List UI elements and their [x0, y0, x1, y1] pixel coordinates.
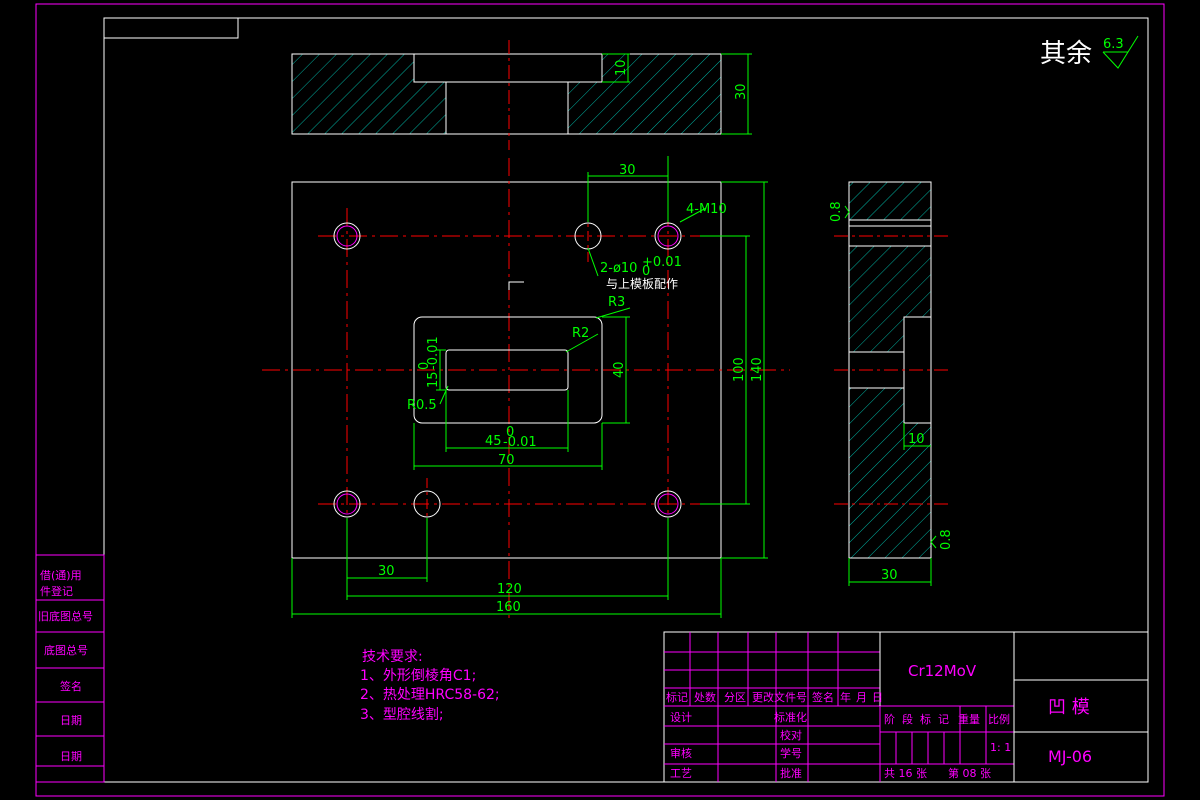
role-design: 设计	[670, 711, 692, 724]
scale-value: 1: 1	[990, 741, 1011, 754]
sheet-number: 第 08 张	[948, 766, 991, 780]
side-roughness-top: 0.8	[829, 201, 844, 222]
dim-hole-h-offset: 30	[378, 564, 395, 579]
rev-header-0: 标记	[666, 690, 688, 704]
sheet-total: 共 16 张	[884, 767, 927, 780]
stage-header-scale: 比例	[988, 712, 1010, 726]
dim-pocket-width: 70	[498, 453, 515, 468]
label-dowel-note: 与上模板配作	[606, 277, 678, 291]
tech-item-3: 3、型腔线割;	[360, 706, 444, 723]
stage-header-3: 记	[938, 713, 949, 726]
rev-header-4: 签名	[812, 690, 834, 704]
rev-header-5: 年	[840, 690, 851, 704]
tech-item-2: 2、热处理HRC58-62;	[360, 687, 500, 703]
dim-hole-v-spacing: 100	[732, 357, 747, 382]
left-label-1: 件登记	[40, 584, 73, 598]
side-view: 0.8 0.8 10 30	[829, 181, 954, 586]
label-r05: R0.5	[407, 398, 437, 413]
label-tapped-holes: 4-M10	[686, 202, 727, 217]
rev-header-6: 月	[856, 691, 867, 704]
left-label-3: 底图总号	[44, 643, 88, 657]
role-review: 审核	[670, 746, 692, 760]
dim-top-height: 30	[734, 83, 749, 100]
dim-slot-width-tol-up: 0	[506, 425, 514, 440]
role-process: 工艺	[670, 767, 692, 780]
dim-slot-height-tol-up: 0	[417, 362, 432, 370]
stage-header-weight: 重量	[958, 712, 980, 726]
dim-top-depth: 10	[614, 59, 629, 76]
stage-header-0: 阶	[884, 712, 895, 726]
dim-hole-spacing-top: 30	[619, 163, 636, 178]
rev-header-3: 更改文件号	[752, 690, 807, 704]
dim-pocket-height: 40	[612, 361, 627, 378]
tech-title: 技术要求:	[362, 649, 423, 665]
side-roughness-bottom: 0.8	[939, 529, 954, 550]
left-label-5: 日期	[60, 714, 82, 727]
front-view: 30 4-M10 2-ø10 +0.01 0 与上模板配作 R3 R2 R0.5…	[262, 156, 790, 620]
role-standard: 标准化	[774, 710, 807, 724]
role-proofread: 校对	[780, 728, 802, 742]
left-label-6: 日期	[60, 750, 82, 763]
rev-header-1: 处数	[694, 691, 716, 704]
role-approve: 批准	[780, 766, 802, 780]
corner-tag-box	[103, 17, 239, 39]
cad-drawing-sheet: 其余 6.3 30 10 30 4-M10 2-ø10 +0.01 0 与上模板…	[35, 3, 1165, 797]
dim-plate-width: 160	[496, 600, 521, 615]
part-name: 凹 模	[1048, 697, 1090, 718]
surface-finish-prefix: 其余	[1040, 39, 1092, 69]
surface-finish-value: 6.3	[1103, 37, 1124, 52]
title-block: Cr12MoV 凹 模 MJ-06 标记 处数 分区 更改文件号 签名 年 月 …	[663, 631, 1149, 783]
dim-slot-height: 15	[426, 371, 441, 388]
dim-side-depth: 10	[908, 432, 925, 447]
label-r2: R2	[572, 326, 589, 341]
dim-hole-h-spacing: 120	[497, 582, 522, 597]
dim-slot-width: 45	[485, 434, 502, 449]
tech-requirements: 技术要求: 1、外形倒棱角C1; 2、热处理HRC58-62; 3、型腔线割;	[360, 649, 500, 723]
label-r3: R3	[608, 295, 625, 310]
rev-header-7: 日	[872, 691, 883, 704]
rev-header-2: 分区	[724, 691, 746, 704]
tech-item-1: 1、外形倒棱角C1;	[360, 668, 476, 684]
top-section-view: 30 10	[291, 40, 752, 150]
left-label-2: 旧底图总号	[38, 609, 93, 623]
dim-side-width: 30	[881, 568, 898, 583]
stage-header-1: 段	[902, 712, 913, 726]
left-label-0: 借(通)用	[40, 569, 82, 582]
drawing-number: MJ-06	[1048, 747, 1092, 766]
role-student-no: 学号	[780, 746, 802, 760]
label-dowel-holes: 2-ø10	[600, 261, 637, 276]
material-text: Cr12MoV	[908, 662, 977, 680]
stage-header-2: 标	[920, 712, 931, 726]
left-label-4: 签名	[60, 679, 82, 693]
surface-finish-note: 其余 6.3	[1040, 35, 1139, 69]
left-registration-block: 借(通)用 件登记 旧底图总号 底图总号 签名 日期 日期	[35, 554, 105, 783]
dim-plate-height: 140	[750, 357, 765, 382]
